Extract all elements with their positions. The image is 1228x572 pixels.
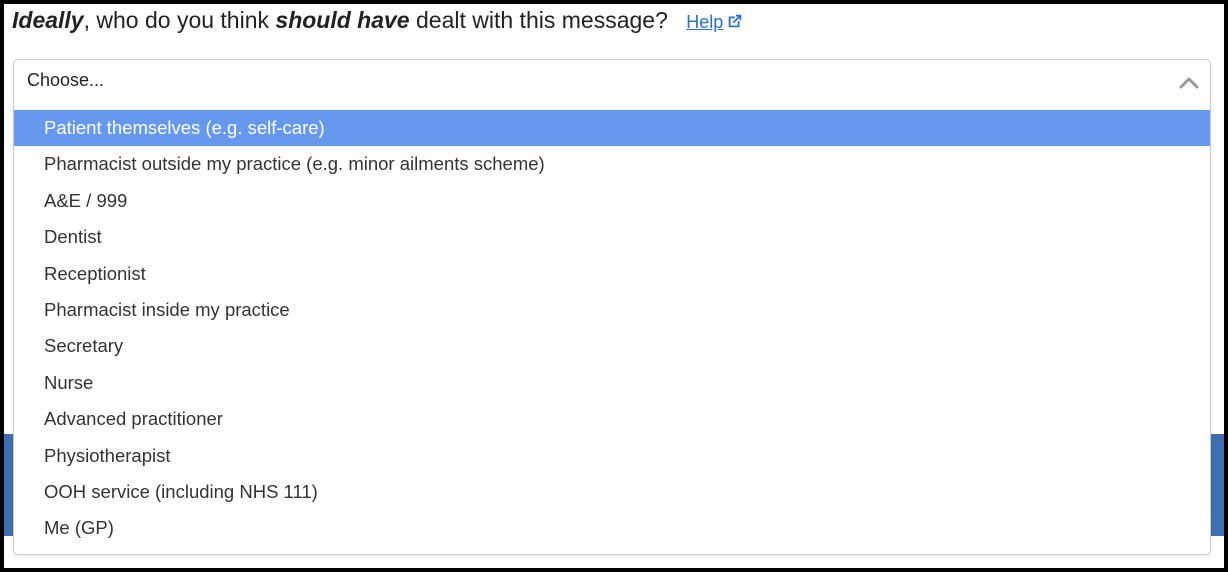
select-options-list: Patient themselves (e.g. self-care) Pharm… — [14, 110, 1210, 547]
select-option[interactable]: Me (GP) — [14, 510, 1210, 546]
select-option[interactable]: A&E / 999 — [14, 183, 1210, 219]
question-emphasis-should-have: should have — [275, 7, 410, 33]
help-label: Help — [686, 12, 724, 32]
select-option[interactable]: Advanced practitioner — [14, 401, 1210, 437]
select-option[interactable]: Pharmacist outside my practice (e.g. min… — [14, 146, 1210, 182]
who-should-deal-select[interactable]: Choose... Patient themselves (e.g. self-… — [13, 59, 1211, 555]
chevron-up-icon[interactable] — [1178, 72, 1200, 94]
select-option[interactable]: Nurse — [14, 365, 1210, 401]
help-link[interactable]: Help — [686, 12, 744, 32]
external-link-icon — [728, 14, 742, 28]
select-option[interactable]: Dentist — [14, 219, 1210, 255]
select-option[interactable]: OOH service (including NHS 111) — [14, 474, 1210, 510]
question-text: , who do you think — [83, 7, 276, 33]
question-heading: Ideally, who do you think should have de… — [12, 5, 744, 37]
select-option[interactable]: Physiotherapist — [14, 438, 1210, 474]
question-text-end: dealt with this message? — [409, 7, 668, 33]
select-control[interactable]: Choose... — [14, 60, 1210, 107]
select-option[interactable]: Patient themselves (e.g. self-care) — [14, 110, 1210, 147]
select-option[interactable]: Pharmacist inside my practice — [14, 292, 1210, 328]
select-option[interactable]: Receptionist — [14, 256, 1210, 292]
select-option[interactable]: Secretary — [14, 328, 1210, 364]
question-emphasis-ideally: Ideally — [12, 7, 84, 33]
select-current-value: Choose... — [27, 70, 105, 90]
